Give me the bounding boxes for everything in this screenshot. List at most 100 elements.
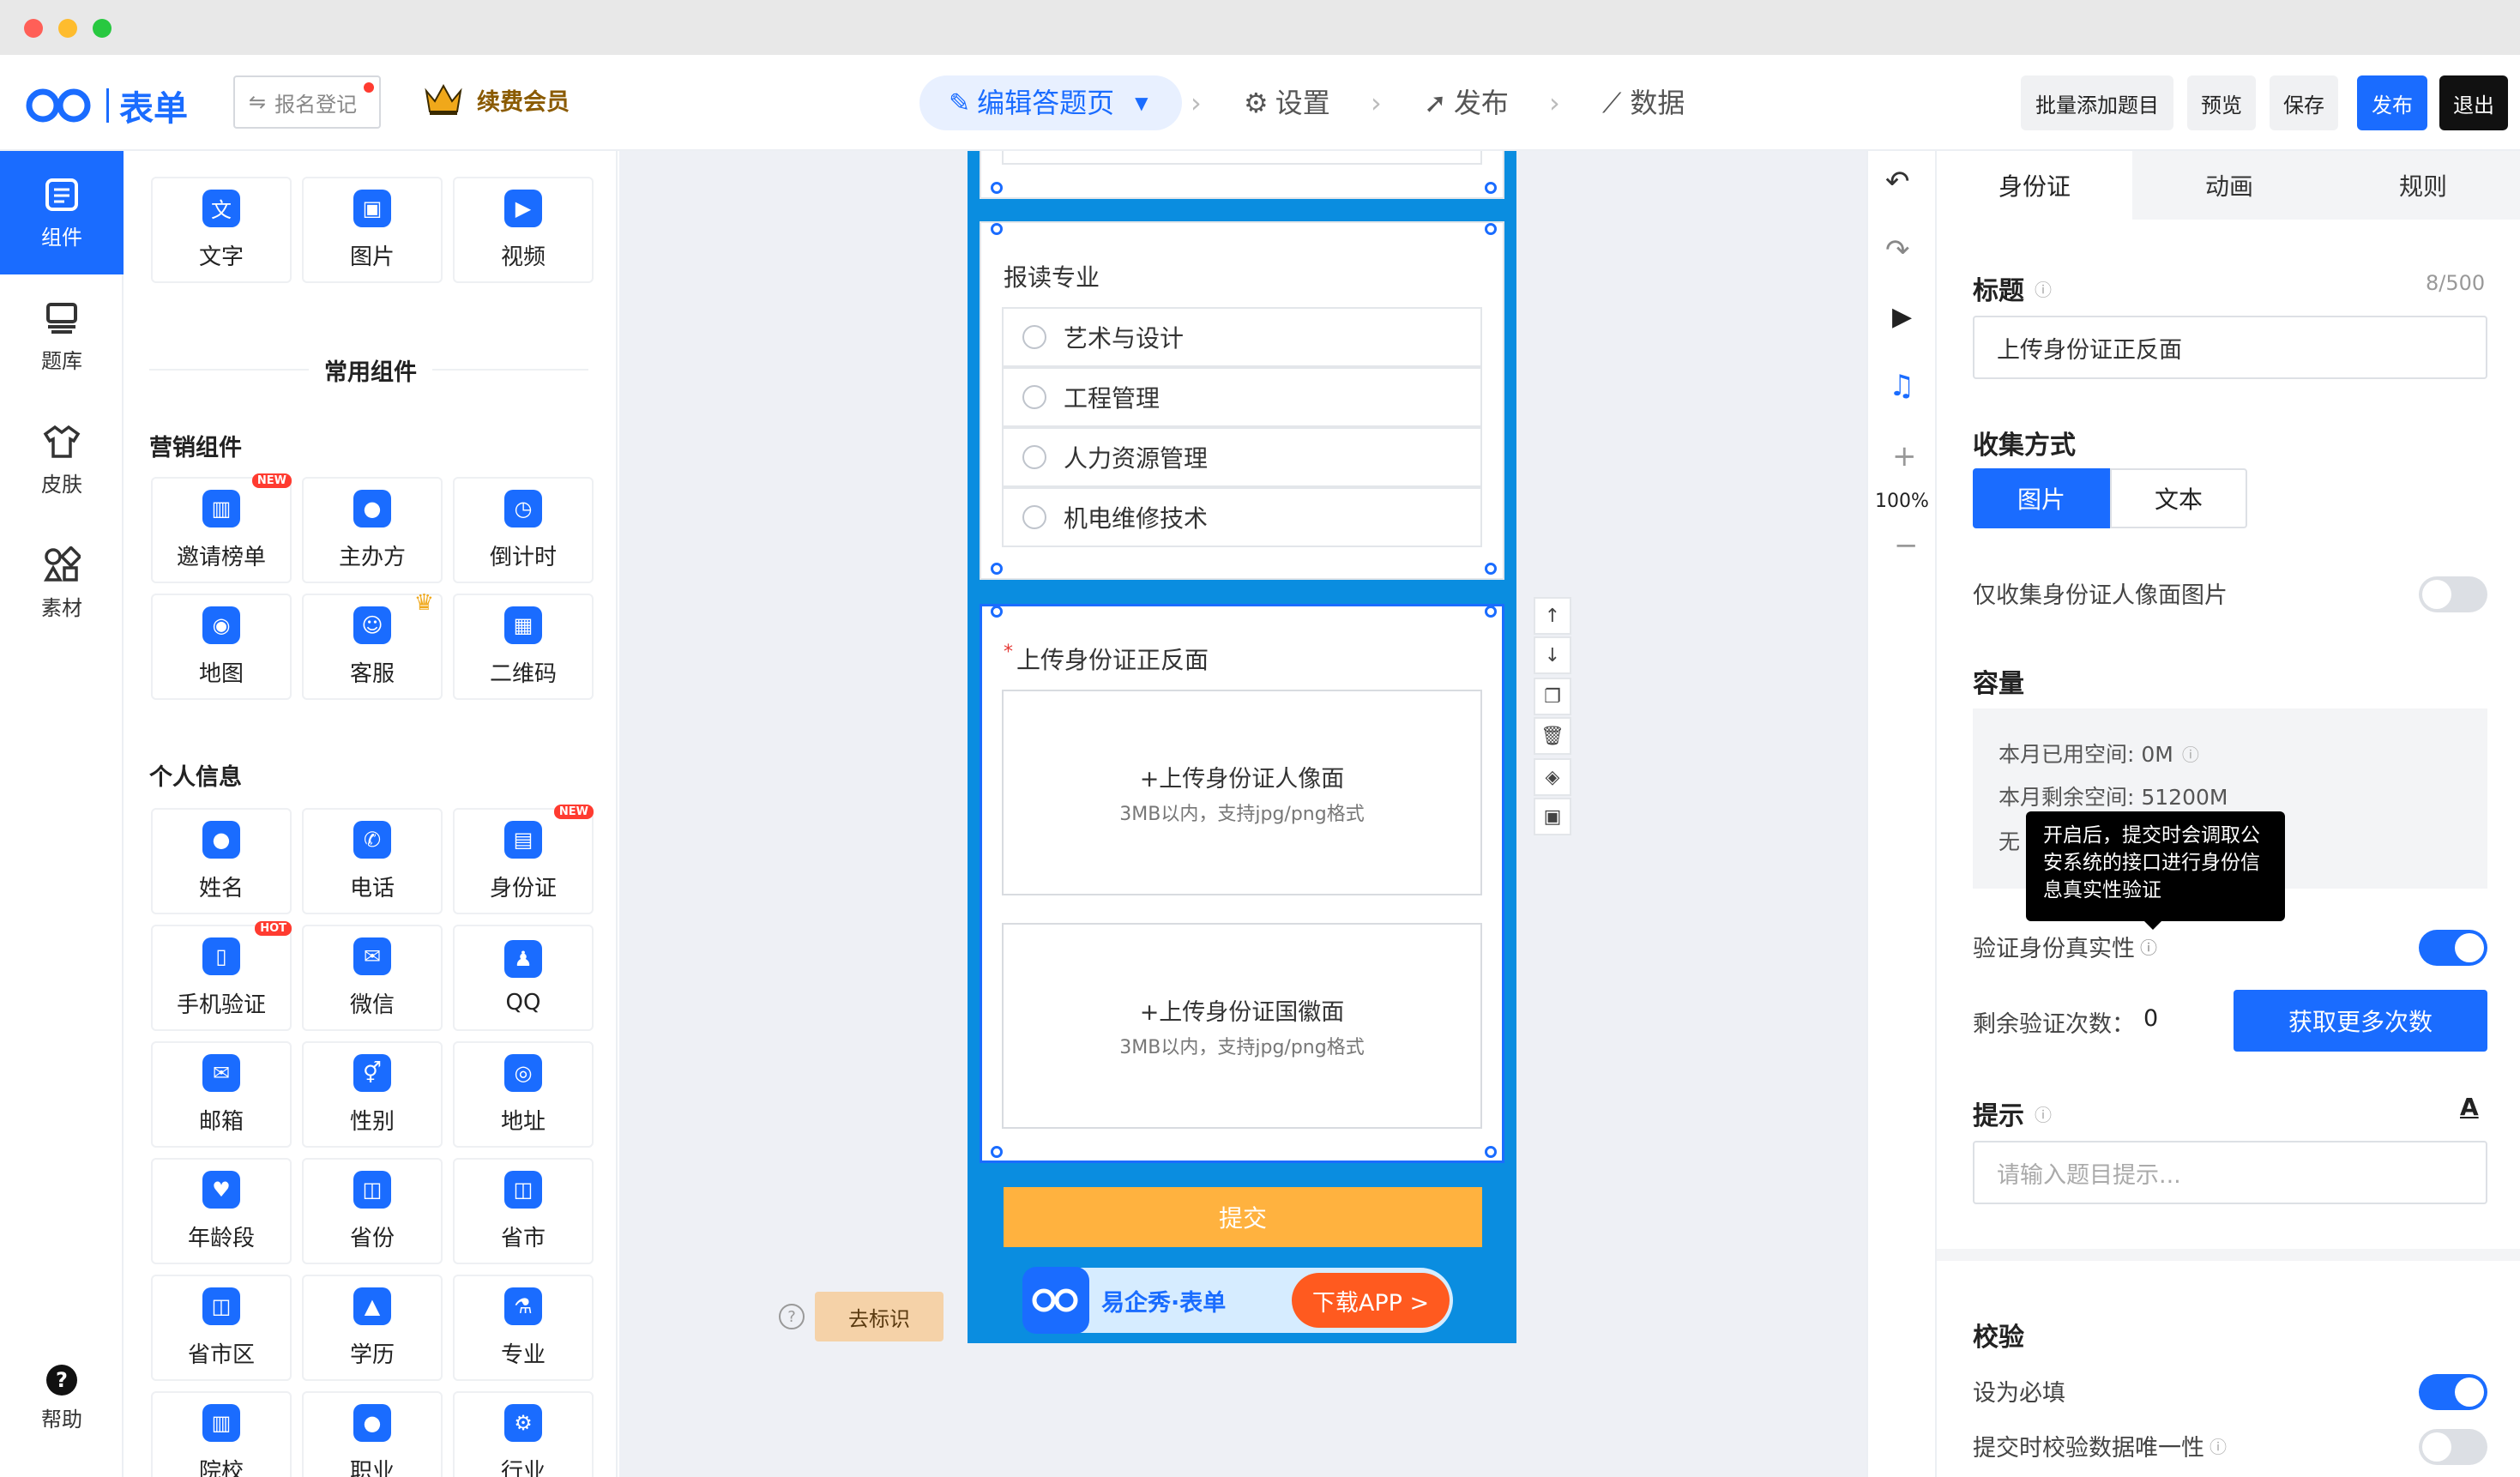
hint-input[interactable]: 请输入题目提示... — [1973, 1141, 2487, 1204]
verify-toggle[interactable] — [2419, 930, 2487, 966]
upload-front-area[interactable]: +上传身份证人像面 3MB以内，支持jpg/png格式 — [1002, 690, 1482, 895]
component-card-city[interactable]: ◫ 省市 — [453, 1158, 594, 1264]
step-data[interactable]: ⟋ 数据 — [1602, 86, 1685, 120]
maximize-window-icon[interactable] — [93, 19, 112, 38]
option-item[interactable]: 工程管理 — [1002, 367, 1482, 427]
component-card-mobile-verify[interactable]: ▯ 手机验证 HOT — [151, 921, 292, 1031]
component-card-wechat[interactable]: ✉ 微信 — [302, 925, 443, 1031]
rail-item-skin[interactable]: 皮肤 — [0, 398, 124, 521]
component-card-image[interactable]: ▣ 图片 — [302, 177, 443, 283]
resize-handle[interactable] — [991, 182, 1003, 194]
component-card-phone[interactable]: ✆ 电话 — [302, 808, 443, 914]
component-card-idcard[interactable]: ▤ 身份证 NEW — [453, 805, 594, 914]
component-card-customer-service[interactable]: ☺ 客服 ♛ — [302, 590, 443, 700]
question-circle-icon[interactable]: ? — [779, 1304, 805, 1329]
tab-animation[interactable]: 动画 — [2132, 151, 2326, 220]
component-card-map[interactable]: ◉ 地图 — [151, 594, 292, 700]
help-icon[interactable]: ⓘ — [2210, 1433, 2227, 1458]
minimize-window-icon[interactable] — [58, 19, 77, 38]
component-card-address[interactable]: ◎ 地址 — [453, 1041, 594, 1148]
major-icon: ⚗ — [504, 1287, 542, 1325]
resize-handle[interactable] — [991, 606, 1003, 618]
option-item[interactable]: 机电维修技术 — [1002, 487, 1482, 547]
resize-handle[interactable] — [1485, 1146, 1497, 1158]
question-block-prev[interactable] — [980, 151, 1504, 199]
component-card-occupation[interactable]: ● 职业 — [302, 1391, 443, 1477]
component-card-video[interactable]: ▶ 视频 — [453, 177, 594, 283]
help-icon[interactable]: ⓘ — [2035, 276, 2052, 301]
component-card-school[interactable]: ▥ 院校 — [151, 1391, 292, 1477]
collect-image-option[interactable]: 图片 — [1973, 468, 2110, 528]
component-card-industry[interactable]: ⚙ 行业 — [453, 1391, 594, 1477]
help-icon[interactable]: ⓘ — [2035, 1101, 2052, 1126]
step-settings[interactable]: ⚙ 设置 — [1244, 86, 1330, 120]
music-icon[interactable]: ♫ — [1889, 369, 1914, 403]
submit-button[interactable]: 提交 — [1004, 1187, 1482, 1247]
resize-handle[interactable] — [991, 223, 1003, 235]
delete-icon[interactable]: 🗑 — [1534, 717, 1571, 755]
collect-text-option[interactable]: 文本 — [2110, 468, 2247, 528]
tab-idcard[interactable]: 身份证 — [1937, 151, 2132, 220]
rail-item-components[interactable]: 组件 — [0, 151, 124, 274]
undo-icon[interactable]: ↶ — [1885, 165, 1910, 199]
save-button[interactable]: 保存 — [2270, 75, 2338, 130]
component-card-qrcode[interactable]: ▦ 二维码 — [453, 594, 594, 700]
rail-item-question-bank[interactable]: 题库 — [0, 274, 124, 398]
download-app-button[interactable]: 下载APP > — [1292, 1273, 1450, 1328]
redo-icon[interactable]: ↷ — [1885, 233, 1910, 268]
vip-renew[interactable]: 续费会员 — [424, 82, 570, 117]
zoom-in-icon[interactable]: + — [1892, 439, 1917, 473]
publish-button[interactable]: 发布 — [2357, 75, 2427, 130]
save-block-icon[interactable]: ▣ — [1534, 798, 1571, 835]
component-card-province[interactable]: ◫ 省份 — [302, 1158, 443, 1264]
component-card-major[interactable]: ⚗ 专业 — [453, 1275, 594, 1381]
copy-icon[interactable]: ❐ — [1534, 678, 1571, 715]
rail-item-help[interactable]: ? 帮助 — [0, 1347, 124, 1450]
option-item[interactable]: 艺术与设计 — [1002, 307, 1482, 367]
resize-handle[interactable] — [1485, 563, 1497, 575]
form-name-input[interactable]: ⇋ 报名登记 — [233, 75, 381, 129]
play-icon[interactable]: ▶ — [1892, 302, 1912, 332]
resize-handle[interactable] — [1485, 182, 1497, 194]
layers-icon[interactable]: ◈ — [1534, 758, 1571, 796]
component-card-district[interactable]: ◫ 省市区 — [151, 1275, 292, 1381]
component-card-countdown[interactable]: ◷ 倒计时 — [453, 477, 594, 583]
batch-add-button[interactable]: 批量添加题目 — [2021, 75, 2173, 130]
rail-item-assets[interactable]: 素材 — [0, 521, 124, 645]
brand-logo[interactable]: 表单 — [24, 81, 188, 130]
text-format-icon[interactable]: A — [2460, 1093, 2479, 1121]
component-card-age[interactable]: ♥ 年龄段 — [151, 1158, 292, 1264]
resize-handle[interactable] — [991, 563, 1003, 575]
unique-toggle[interactable] — [2419, 1429, 2487, 1465]
tab-rules[interactable]: 规则 — [2326, 151, 2520, 220]
component-card-leaderboard[interactable]: ▥ 邀请榜单 NEW — [151, 473, 292, 583]
component-card-name[interactable]: ● 姓名 — [151, 808, 292, 914]
resize-handle[interactable] — [991, 1146, 1003, 1158]
title-input[interactable]: 上传身份证正反面 — [1973, 316, 2487, 379]
resize-handle[interactable] — [1485, 223, 1497, 235]
resize-handle[interactable] — [1485, 606, 1497, 618]
exit-button[interactable]: 退出 — [2439, 75, 2508, 130]
component-card-host[interactable]: ● 主办方 — [302, 477, 443, 583]
help-icon[interactable]: ⓘ — [2182, 741, 2199, 766]
portrait-only-toggle[interactable] — [2419, 576, 2487, 612]
app-download-banner[interactable]: 易企秀·表单 下载APP > — [1022, 1267, 1453, 1334]
component-card-education[interactable]: ▲ 学历 — [302, 1275, 443, 1381]
remove-watermark-button[interactable]: 去标识 — [815, 1292, 943, 1341]
option-item[interactable]: 人力资源管理 — [1002, 427, 1482, 487]
component-card-email[interactable]: ✉ 邮箱 — [151, 1041, 292, 1148]
step-edit[interactable]: ✎ 编辑答题页 ▼ — [919, 75, 1182, 130]
close-window-icon[interactable] — [24, 19, 43, 38]
required-toggle[interactable] — [2419, 1374, 2487, 1410]
component-card-gender[interactable]: ⚥ 性别 — [302, 1041, 443, 1148]
move-down-icon[interactable]: ↓ — [1534, 636, 1571, 674]
component-card-text[interactable]: 文文字 — [151, 177, 292, 283]
get-more-button[interactable]: 获取更多次数 — [2234, 990, 2487, 1052]
preview-button[interactable]: 预览 — [2187, 75, 2256, 130]
move-up-icon[interactable]: ↑ — [1534, 597, 1571, 635]
upload-back-area[interactable]: +上传身份证国徽面 3MB以内，支持jpg/png格式 — [1002, 923, 1482, 1129]
component-card-qq[interactable]: ♟ QQ — [453, 925, 594, 1031]
step-publish[interactable]: ➚ 发布 — [1424, 86, 1509, 120]
help-icon[interactable]: ⓘ — [2140, 934, 2157, 959]
zoom-out-icon[interactable]: − — [1894, 528, 1919, 563]
